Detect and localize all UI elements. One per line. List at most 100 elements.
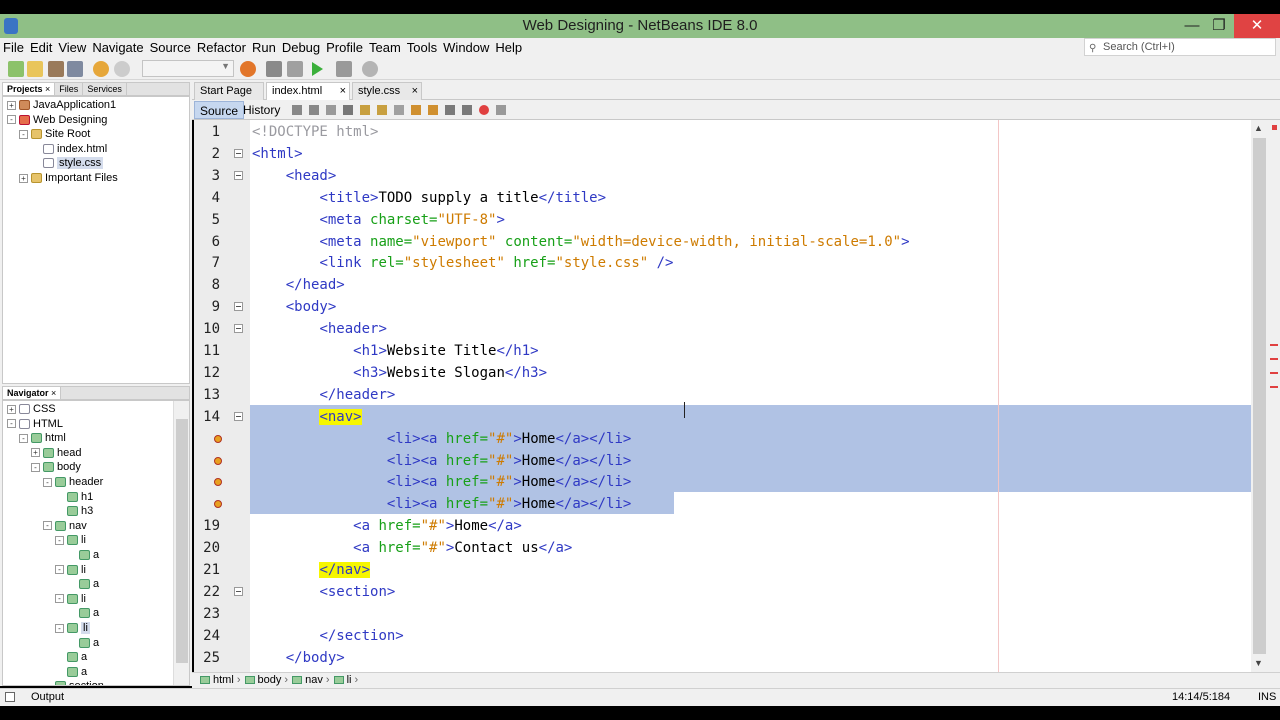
breadcrumb-item[interactable]: li › bbox=[333, 673, 358, 687]
error-mark[interactable] bbox=[1270, 386, 1278, 388]
scroll-up-icon[interactable]: ▲ bbox=[1254, 123, 1263, 133]
save-all-icon[interactable] bbox=[67, 61, 83, 77]
collapse-icon[interactable]: - bbox=[55, 594, 64, 604]
macro-stop-icon[interactable] bbox=[496, 105, 506, 115]
profile-icon[interactable] bbox=[362, 61, 378, 77]
navigator-tree-item[interactable]: - body bbox=[31, 460, 81, 475]
bookmark-icon[interactable] bbox=[326, 105, 336, 115]
uncomment-icon[interactable] bbox=[462, 105, 472, 115]
project-tree-item[interactable]: - Site Root bbox=[19, 127, 90, 142]
toggle-highlight-icon[interactable] bbox=[394, 105, 404, 115]
hint-bulb-icon[interactable] bbox=[214, 478, 222, 487]
menu-run[interactable]: Run bbox=[249, 38, 279, 58]
config-select[interactable]: ▼ bbox=[142, 60, 234, 77]
tab-navigator[interactable]: Navigator × bbox=[3, 387, 62, 399]
minimize-button[interactable]: — bbox=[1180, 14, 1204, 38]
new-file-icon[interactable] bbox=[27, 61, 43, 77]
menu-refactor[interactable]: Refactor bbox=[194, 38, 249, 58]
collapse-icon[interactable]: - bbox=[7, 419, 16, 429]
menu-window[interactable]: Window bbox=[440, 38, 492, 58]
debug-icon[interactable] bbox=[336, 61, 352, 77]
run-icon[interactable] bbox=[312, 62, 323, 76]
navigator-tree-item[interactable]: h1 bbox=[55, 490, 93, 505]
navigator-tree-item[interactable]: a bbox=[55, 650, 87, 665]
menu-navigate[interactable]: Navigate bbox=[89, 38, 146, 58]
editor-scrollbar[interactable]: ▲ ▼ bbox=[1251, 120, 1268, 672]
navigator-tree-item[interactable]: - nav bbox=[43, 519, 87, 534]
tab-index-html[interactable]: index.html × bbox=[266, 82, 350, 100]
navigator-tree-item[interactable]: - li bbox=[55, 592, 86, 607]
menu-edit[interactable]: Edit bbox=[27, 38, 55, 58]
editor-scroll-thumb[interactable] bbox=[1253, 138, 1266, 654]
collapse-icon[interactable]: - bbox=[55, 535, 64, 545]
scroll-down-icon[interactable]: ▼ bbox=[1254, 658, 1263, 668]
fold-toggle-icon[interactable] bbox=[234, 170, 243, 180]
find-previous-icon[interactable] bbox=[360, 105, 370, 115]
navigator-tree-item[interactable]: a bbox=[67, 548, 99, 563]
menu-view[interactable]: View bbox=[55, 38, 89, 58]
breadcrumb-item[interactable]: html › bbox=[200, 673, 241, 687]
clean-build-icon[interactable] bbox=[287, 61, 303, 77]
macro-record-icon[interactable] bbox=[479, 105, 489, 115]
code-editor[interactable]: <!DOCTYPE html> <html> <head> <title>TODO… bbox=[250, 120, 1251, 672]
navigator-scrollbar[interactable] bbox=[173, 401, 189, 685]
navigator-tree-item[interactable]: - HTML bbox=[7, 417, 63, 432]
project-tree-item[interactable]: index.html bbox=[31, 142, 107, 157]
collapse-icon[interactable]: - bbox=[19, 129, 28, 139]
fold-toggle-icon[interactable] bbox=[234, 302, 243, 312]
new-project-icon[interactable] bbox=[8, 61, 24, 77]
navigator-tree-item[interactable]: a bbox=[67, 636, 99, 651]
browser-icon[interactable] bbox=[240, 61, 256, 77]
menu-debug[interactable]: Debug bbox=[279, 38, 323, 58]
open-project-icon[interactable] bbox=[48, 61, 64, 77]
redo-icon[interactable] bbox=[114, 61, 130, 77]
fold-toggle-icon[interactable] bbox=[234, 586, 243, 596]
navigator-tree-item[interactable]: - li bbox=[55, 533, 86, 548]
menu-help[interactable]: Help bbox=[492, 38, 525, 58]
collapse-icon[interactable]: - bbox=[55, 623, 64, 633]
collapse-icon[interactable]: - bbox=[55, 565, 64, 575]
collapse-icon[interactable]: - bbox=[19, 433, 28, 443]
project-tree-item[interactable]: + JavaApplication1 bbox=[7, 98, 116, 113]
expand-icon[interactable]: + bbox=[31, 448, 40, 458]
error-mark[interactable] bbox=[1270, 358, 1278, 360]
navigator-tree-item[interactable]: a bbox=[55, 665, 87, 680]
close-tab-icon[interactable]: × bbox=[412, 83, 418, 99]
find-icon[interactable] bbox=[343, 105, 353, 115]
hint-bulb-icon[interactable] bbox=[214, 434, 222, 443]
project-tree-item[interactable]: style.css bbox=[31, 156, 104, 171]
back-icon[interactable] bbox=[292, 105, 302, 115]
navigator-tree-item[interactable]: - html bbox=[19, 431, 66, 446]
output-button[interactable]: Output bbox=[31, 689, 64, 705]
project-tree-item[interactable]: - Web Designing bbox=[7, 113, 107, 128]
tab-services[interactable]: Services bbox=[83, 83, 127, 95]
tab-style-css[interactable]: style.css × bbox=[352, 82, 422, 100]
menu-profile[interactable]: Profile bbox=[323, 38, 366, 58]
source-view-button[interactable]: Source bbox=[194, 101, 245, 119]
breadcrumb-item[interactable]: nav › bbox=[292, 673, 330, 687]
navigator-tree-item[interactable]: - li bbox=[55, 563, 86, 578]
undo-icon[interactable] bbox=[93, 61, 109, 77]
tab-start-page[interactable]: Start Page bbox=[194, 82, 264, 100]
fold-toggle-icon[interactable] bbox=[234, 148, 243, 158]
collapse-icon[interactable]: - bbox=[43, 477, 52, 487]
fold-toggle-icon[interactable] bbox=[234, 324, 243, 334]
navigator-tree-item[interactable]: h3 bbox=[55, 504, 93, 519]
collapse-icon[interactable]: - bbox=[7, 115, 16, 125]
forward-icon[interactable] bbox=[309, 105, 319, 115]
menu-tools[interactable]: Tools bbox=[404, 38, 440, 58]
tab-files[interactable]: Files bbox=[55, 83, 84, 95]
shift-right-icon[interactable] bbox=[428, 105, 438, 115]
shift-left-icon[interactable] bbox=[411, 105, 421, 115]
navigator-tree-item[interactable]: a bbox=[67, 606, 99, 621]
search-input[interactable]: ⚲ Search (Ctrl+I) bbox=[1084, 38, 1276, 56]
navigator-tree-item[interactable]: a bbox=[67, 577, 99, 592]
close-tab-icon[interactable]: × bbox=[340, 83, 346, 99]
menu-file[interactable]: File bbox=[0, 38, 27, 58]
history-view-button[interactable]: History bbox=[238, 101, 285, 119]
expand-icon[interactable]: + bbox=[19, 173, 28, 183]
hint-bulb-icon[interactable] bbox=[214, 500, 222, 509]
project-tree-item[interactable]: + Important Files bbox=[19, 171, 118, 186]
error-mark[interactable] bbox=[1270, 344, 1278, 346]
navigator-tree-item[interactable]: + head bbox=[31, 446, 81, 461]
